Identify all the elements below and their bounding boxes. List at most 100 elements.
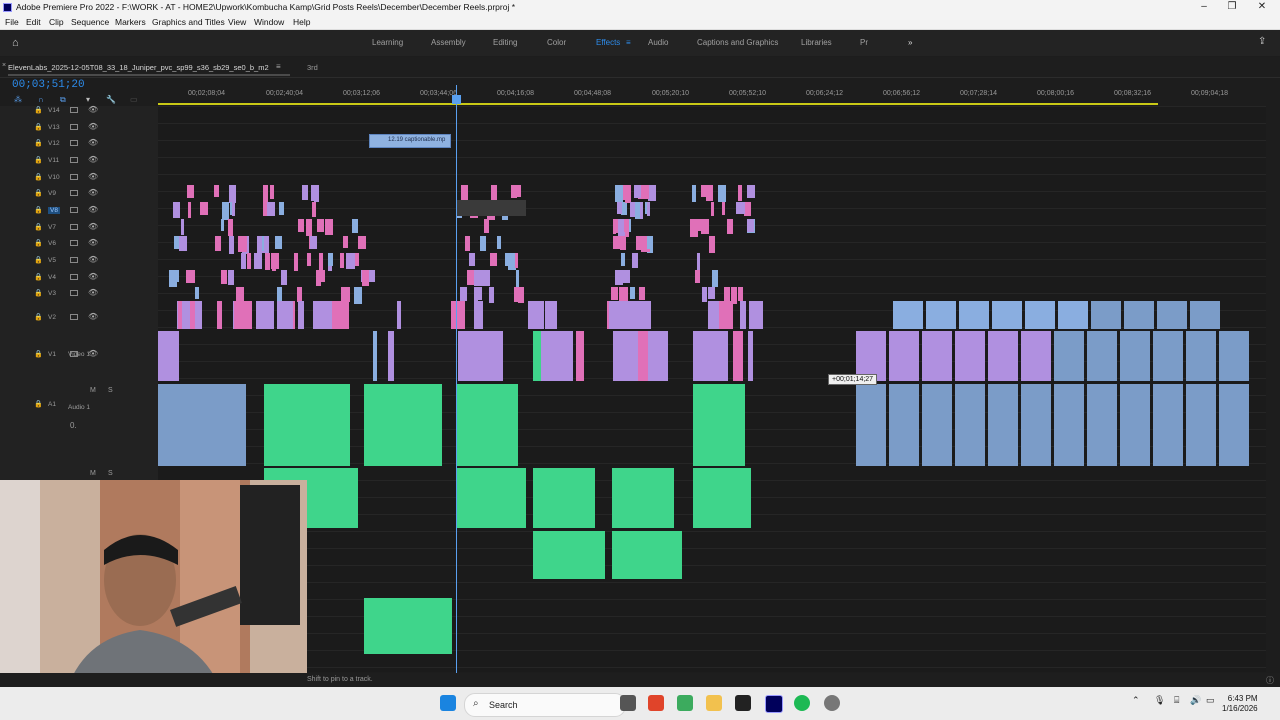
volume-icon[interactable]: 🔊: [1190, 695, 1201, 706]
video-clip[interactable]: [709, 236, 716, 254]
work-area-bar[interactable]: [158, 103, 1158, 105]
minimize-icon[interactable]: –: [1198, 1, 1210, 13]
sync-lock-icon[interactable]: [70, 157, 78, 163]
video-clip[interactable]: [324, 219, 334, 235]
video-clip[interactable]: [632, 253, 639, 269]
video-clip[interactable]: [232, 202, 236, 217]
video-clip[interactable]: [234, 301, 243, 329]
video-clip[interactable]: [469, 253, 475, 266]
video-clip[interactable]: [647, 202, 651, 217]
video-clip[interactable]: [619, 270, 627, 283]
video-clip[interactable]: [296, 287, 303, 303]
video-clip[interactable]: [199, 202, 209, 215]
track-label-v10[interactable]: V10: [48, 174, 60, 181]
video-clip[interactable]: [310, 236, 317, 250]
audio-clip[interactable]: [364, 598, 452, 654]
eye-icon[interactable]: 👁: [88, 238, 98, 247]
menu-sequence[interactable]: Sequence: [71, 17, 109, 27]
dragged-video-clip[interactable]: [1021, 331, 1051, 381]
track-lock-icon[interactable]: 🔒: [34, 239, 43, 247]
track-lock-icon[interactable]: 🔒: [34, 313, 43, 321]
video-clip[interactable]: [544, 301, 558, 329]
audio-clip[interactable]: [533, 531, 605, 579]
dragged-video-clip[interactable]: [1091, 301, 1121, 329]
video-clip[interactable]: [178, 236, 187, 251]
home-icon[interactable]: ⌂: [12, 37, 19, 49]
eye-icon[interactable]: 👁: [88, 105, 98, 114]
video-clip[interactable]: [238, 236, 247, 253]
video-clip[interactable]: [748, 331, 753, 381]
eye-icon[interactable]: 👁: [88, 122, 98, 131]
dragged-video-clip[interactable]: [1025, 301, 1055, 329]
menu-help[interactable]: Help: [293, 17, 310, 27]
video-clip[interactable]: [263, 185, 269, 202]
video-clip[interactable]: [700, 219, 710, 235]
video-clip[interactable]: [496, 236, 501, 250]
video-clip[interactable]: [635, 202, 640, 220]
audio-clip[interactable]: [456, 468, 526, 528]
video-clip[interactable]: [712, 270, 719, 288]
taskbar-search[interactable]: ⌕ Search: [464, 693, 626, 717]
video-clip[interactable]: [527, 301, 545, 329]
caption-clip[interactable]: 12.19 captionable.mp: [369, 134, 451, 148]
video-clip[interactable]: [737, 287, 743, 302]
video-clip[interactable]: [317, 219, 324, 232]
video-clip[interactable]: [246, 253, 252, 269]
video-clip[interactable]: [278, 202, 285, 216]
video-clip[interactable]: [612, 219, 616, 234]
video-clip[interactable]: [515, 253, 519, 269]
video-clip[interactable]: [504, 253, 514, 267]
sync-lock-icon[interactable]: [70, 124, 78, 130]
sync-lock-icon[interactable]: [70, 107, 78, 113]
video-clip[interactable]: [613, 236, 621, 249]
sync-lock-icon[interactable]: [70, 257, 78, 263]
video-clip[interactable]: [339, 253, 345, 268]
file-explorer-icon[interactable]: [706, 695, 722, 711]
eye-icon[interactable]: 👁: [88, 222, 98, 231]
video-clip[interactable]: [473, 287, 478, 301]
video-clip[interactable]: [451, 301, 466, 329]
video-clip[interactable]: [213, 185, 219, 198]
windows-start-icon[interactable]: [440, 695, 456, 711]
video-clip[interactable]: [491, 185, 498, 201]
video-clip[interactable]: [258, 236, 263, 254]
video-clip[interactable]: [739, 301, 746, 329]
video-clip[interactable]: [460, 185, 468, 201]
tab-3rd[interactable]: 3rd: [307, 63, 318, 72]
more-workspaces-icon[interactable]: »: [908, 38, 912, 47]
video-clip[interactable]: [361, 270, 370, 287]
close-icon[interactable]: ✕: [1256, 1, 1268, 13]
video-clip[interactable]: [701, 287, 708, 303]
track-label-v11[interactable]: V11: [48, 157, 59, 164]
track-label-v9[interactable]: V9: [48, 190, 56, 197]
sync-lock-icon[interactable]: [70, 274, 78, 280]
network-icon[interactable]: ⌸: [1174, 695, 1179, 706]
track-label-v7[interactable]: V7: [48, 224, 56, 231]
dragged-audio-clip[interactable]: [889, 384, 919, 466]
menu-graphics-and-titles[interactable]: Graphics and Titles: [152, 17, 225, 27]
video-clip[interactable]: [351, 219, 359, 234]
video-clip[interactable]: [613, 331, 638, 381]
dragged-video-clip[interactable]: [955, 331, 985, 381]
menu-file[interactable]: File: [5, 17, 19, 27]
video-clip[interactable]: [459, 287, 467, 302]
video-clip[interactable]: [690, 219, 699, 237]
workspace-effects[interactable]: Effects: [596, 38, 620, 47]
audio-clip[interactable]: [693, 468, 751, 528]
video-clip[interactable]: [473, 301, 483, 329]
track-lock-icon[interactable]: 🔒: [34, 106, 43, 114]
dragged-audio-clip[interactable]: [1054, 384, 1084, 466]
video-clip[interactable]: [222, 202, 229, 220]
sync-lock-icon[interactable]: [70, 140, 78, 146]
video-clip[interactable]: [270, 185, 275, 199]
sync-lock-icon[interactable]: [70, 190, 78, 196]
video-clip[interactable]: [266, 202, 276, 216]
sync-lock-icon[interactable]: [70, 314, 78, 320]
video-clip[interactable]: [277, 301, 283, 329]
video-clip[interactable]: [158, 331, 176, 381]
video-clip[interactable]: [513, 287, 520, 303]
audio-clip[interactable]: [693, 384, 745, 466]
dragged-audio-clip[interactable]: [922, 384, 952, 466]
dragged-audio-clip[interactable]: [1219, 384, 1249, 466]
workspace-audio[interactable]: Audio: [648, 38, 668, 47]
